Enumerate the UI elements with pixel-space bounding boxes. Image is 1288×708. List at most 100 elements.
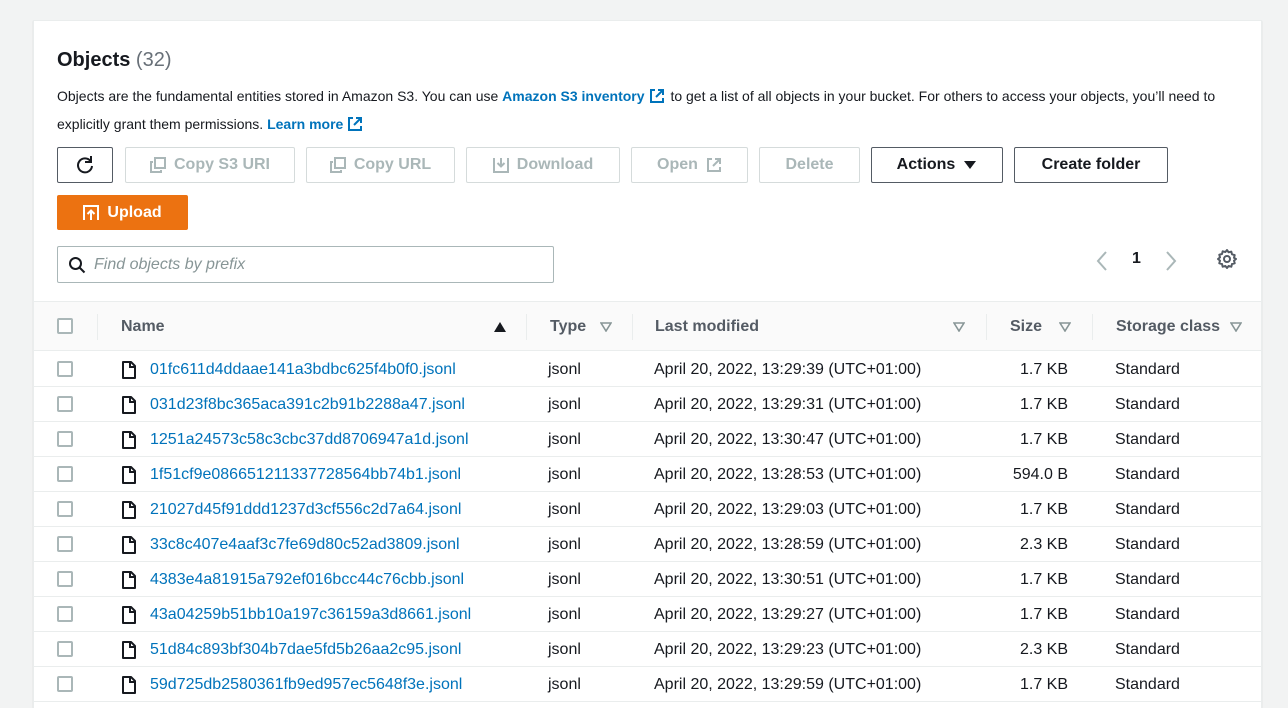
table-header: Name Type Last modified Size Storage cla… xyxy=(34,301,1261,351)
column-header-size[interactable]: Size xyxy=(1010,302,1071,352)
object-name-link[interactable]: 1251a24573c58c3cbc37dd8706947a1d.jsonl xyxy=(150,422,469,457)
object-name-link[interactable]: 59d725db2580361fb9ed957ec5648f3e.jsonl xyxy=(150,667,462,702)
object-storage-class: Standard xyxy=(1115,395,1180,413)
column-header-storage-class[interactable]: Storage class xyxy=(1116,302,1242,352)
object-name-link[interactable]: 01fc611d4ddaae141a3bdbc625f4b0f0.jsonl xyxy=(150,352,456,387)
object-last-modified: April 20, 2022, 13:29:59 (UTC+01:00) xyxy=(654,675,922,693)
external-link-icon xyxy=(649,87,665,112)
row-checkbox[interactable] xyxy=(57,676,73,692)
object-size: 2.3 KB xyxy=(1019,535,1068,553)
objects-panel: Objects (32) Objects are the fundamental… xyxy=(33,20,1262,708)
table-row: 43a04259b51bb10a197c36159a3d8661.jsonl j… xyxy=(34,597,1261,632)
table-row: 4383e4a81915a792ef016bcc44c76cbb.jsonl j… xyxy=(34,562,1261,597)
object-type: jsonl xyxy=(548,395,581,413)
row-checkbox[interactable] xyxy=(57,361,73,377)
previous-page-icon[interactable] xyxy=(1095,250,1109,277)
table-row: 59d725db2580361fb9ed957ec5648f3e.jsonl j… xyxy=(34,667,1261,702)
row-checkbox[interactable] xyxy=(57,466,73,482)
sort-icon xyxy=(1230,322,1242,332)
learn-more-link[interactable]: Learn more xyxy=(267,116,343,132)
sort-icon xyxy=(953,322,965,332)
row-checkbox[interactable] xyxy=(57,431,73,447)
column-header-storage-class-label: Storage class xyxy=(1116,318,1221,335)
select-all-checkbox[interactable] xyxy=(57,318,73,334)
object-storage-class: Standard xyxy=(1115,605,1180,623)
row-checkbox[interactable] xyxy=(57,501,73,517)
actions-label: Actions xyxy=(896,156,956,173)
object-storage-class: Standard xyxy=(1115,500,1180,518)
file-icon xyxy=(121,457,137,492)
row-checkbox[interactable] xyxy=(57,536,73,552)
column-header-last-modified[interactable]: Last modified xyxy=(655,302,965,352)
delete-button[interactable]: Delete xyxy=(759,147,860,183)
table-row: 21027d45f91ddd1237d3cf556c2d7a64.jsonl j… xyxy=(34,492,1261,527)
object-type: jsonl xyxy=(548,570,581,588)
object-name-link[interactable]: 43a04259b51bb10a197c36159a3d8661.jsonl xyxy=(150,597,471,632)
object-size: 1.7 KB xyxy=(1019,395,1068,413)
object-size: 1.7 KB xyxy=(1019,675,1068,693)
copy-icon xyxy=(329,157,346,173)
column-header-name[interactable]: Name xyxy=(121,302,507,352)
title-text: Objects xyxy=(57,49,131,71)
object-storage-class: Standard xyxy=(1115,465,1180,483)
object-last-modified: April 20, 2022, 13:28:53 (UTC+01:00) xyxy=(654,465,922,483)
object-type: jsonl xyxy=(548,500,581,518)
open-label: Open xyxy=(657,156,698,173)
file-icon xyxy=(121,352,137,387)
create-folder-label: Create folder xyxy=(1041,156,1141,173)
next-page-icon[interactable] xyxy=(1164,250,1178,277)
object-last-modified: April 20, 2022, 13:29:39 (UTC+01:00) xyxy=(654,360,922,378)
row-checkbox[interactable] xyxy=(57,606,73,622)
external-link-icon xyxy=(706,157,722,173)
table-row: 33c8c407e4aaf3c7fe69d80c52ad3809.jsonl j… xyxy=(34,527,1261,562)
refresh-button[interactable] xyxy=(57,147,113,183)
s3-inventory-link-label: Amazon S3 inventory xyxy=(502,88,645,104)
object-type: jsonl xyxy=(548,640,581,658)
object-size: 1.7 KB xyxy=(1019,500,1068,518)
actions-dropdown[interactable]: Actions xyxy=(871,147,1003,183)
copy-s3-uri-label: Copy S3 URI xyxy=(173,156,270,173)
object-name-link[interactable]: 33c8c407e4aaf3c7fe69d80c52ad3809.jsonl xyxy=(150,527,460,562)
column-header-type[interactable]: Type xyxy=(550,302,612,352)
current-page-number[interactable]: 1 xyxy=(1132,250,1141,268)
row-checkbox[interactable] xyxy=(57,571,73,587)
object-storage-class: Standard xyxy=(1115,360,1180,378)
copy-url-button[interactable]: Copy URL xyxy=(306,147,455,183)
gear-icon[interactable] xyxy=(1216,248,1238,275)
object-name-link[interactable]: 031d23f8bc365aca391c2b91b2288a47.jsonl xyxy=(150,387,465,422)
object-name-link[interactable]: 51d84c893bf304b7dae5fd5b26aa2c95.jsonl xyxy=(150,632,461,667)
row-checkbox[interactable] xyxy=(57,641,73,657)
object-size: 1.7 KB xyxy=(1019,360,1068,378)
search-box[interactable] xyxy=(57,246,554,283)
object-last-modified: April 20, 2022, 13:29:31 (UTC+01:00) xyxy=(654,395,922,413)
caret-down-icon xyxy=(963,160,977,170)
copy-s3-uri-button[interactable]: Copy S3 URI xyxy=(125,147,295,183)
object-last-modified: April 20, 2022, 13:30:47 (UTC+01:00) xyxy=(654,430,922,448)
object-name-link[interactable]: 1f51cf9e086651211337728564bb74b1.jsonl xyxy=(150,457,461,492)
object-size: 1.7 KB xyxy=(1019,430,1068,448)
sort-icon xyxy=(600,322,612,332)
download-button[interactable]: Download xyxy=(466,147,620,183)
object-type: jsonl xyxy=(548,535,581,553)
object-name-link[interactable]: 21027d45f91ddd1237d3cf556c2d7a64.jsonl xyxy=(150,492,461,527)
object-type: jsonl xyxy=(548,360,581,378)
open-button[interactable]: Open xyxy=(631,147,748,183)
search-icon xyxy=(68,256,86,274)
search-input[interactable] xyxy=(94,249,553,280)
file-icon xyxy=(121,667,137,702)
column-divider xyxy=(986,314,987,340)
object-storage-class: Standard xyxy=(1115,535,1180,553)
column-header-last-modified-label: Last modified xyxy=(655,318,760,335)
upload-button[interactable]: Upload xyxy=(57,195,188,230)
file-icon xyxy=(121,527,137,562)
external-link-icon xyxy=(347,115,363,140)
page-title: Objects (32) xyxy=(57,49,172,72)
object-name-link[interactable]: 4383e4a81915a792ef016bcc44c76cbb.jsonl xyxy=(150,562,464,597)
s3-inventory-link[interactable]: Amazon S3 inventory xyxy=(502,88,644,104)
create-folder-button[interactable]: Create folder xyxy=(1014,147,1168,183)
upload-icon xyxy=(83,204,100,221)
row-checkbox[interactable] xyxy=(57,396,73,412)
copy-url-label: Copy URL xyxy=(353,156,432,173)
file-icon xyxy=(121,597,137,632)
column-header-name-label: Name xyxy=(121,318,165,335)
